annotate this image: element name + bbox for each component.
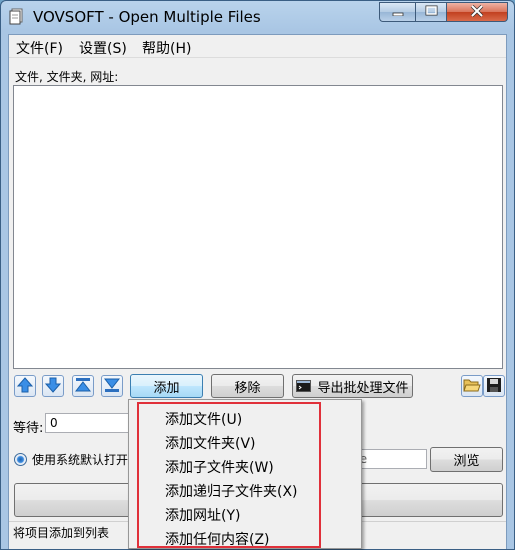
menu-settings[interactable]: 设置(S) (79, 38, 127, 58)
open-list-button[interactable] (461, 375, 483, 397)
add-folder-item[interactable]: 添加文件夹(V) (165, 433, 256, 453)
menu-help[interactable]: 帮助(H) (142, 38, 191, 58)
default-open-radio[interactable] (14, 453, 27, 466)
move-top-button[interactable] (72, 375, 94, 397)
move-up-icon (16, 376, 34, 396)
status-text: 将项目添加到列表 (13, 526, 110, 540)
move-down-icon (44, 377, 62, 396)
wait-value: 0 (50, 416, 58, 430)
add-anything-item[interactable]: 添加任何内容(Z) (165, 529, 270, 549)
remove-button-label: 移除 (234, 380, 261, 396)
minimize-icon (392, 5, 404, 19)
move-bottom-icon (103, 377, 121, 396)
close-icon (470, 4, 484, 20)
move-bottom-button[interactable] (101, 375, 123, 397)
add-url-item[interactable]: 添加网址(Y) (165, 505, 240, 525)
browse-button[interactable]: 浏览 (430, 447, 503, 472)
move-top-icon (74, 377, 92, 396)
add-dropdown-menu: 添加文件(U) 添加文件夹(V) 添加子文件夹(W) 添加递归子文件夹(X) 添… (128, 399, 362, 549)
minimize-button[interactable] (379, 2, 416, 22)
console-icon (296, 380, 312, 392)
title-bar[interactable]: VOVSOFT - Open Multiple Files (1, 1, 514, 33)
item-list[interactable] (13, 85, 503, 369)
add-file-item[interactable]: 添加文件(U) (165, 409, 242, 429)
default-open-label: 使用系统默认打开 (32, 453, 129, 467)
window-title: VOVSOFT - Open Multiple Files (33, 8, 261, 26)
close-button[interactable] (446, 2, 508, 22)
export-button-label: 导出批处理文件 (317, 380, 409, 396)
maximize-button[interactable] (415, 2, 447, 22)
add-button-label: 添加 (153, 380, 180, 396)
export-batch-button[interactable]: 导出批处理文件 (292, 374, 413, 398)
save-list-button[interactable] (483, 375, 505, 397)
add-button[interactable]: 添加 (130, 374, 203, 398)
menu-file[interactable]: 文件(F) (16, 38, 63, 58)
menu-bar: 文件(F) 设置(S) 帮助(H) (9, 35, 506, 58)
save-icon (486, 377, 502, 396)
move-up-button[interactable] (14, 375, 36, 397)
remove-button[interactable]: 移除 (211, 374, 284, 398)
add-recursive-subfolder-item[interactable]: 添加递归子文件夹(X) (165, 481, 298, 501)
add-subfolder-item[interactable]: 添加子文件夹(W) (165, 457, 274, 477)
move-down-button[interactable] (42, 375, 64, 397)
open-folder-icon (463, 377, 481, 396)
wait-input[interactable]: 0 (45, 413, 133, 433)
app-file-icon (9, 8, 25, 26)
wait-label: 等待: (13, 421, 44, 436)
browse-button-label: 浏览 (453, 454, 480, 469)
list-label: 文件, 文件夹, 网址: (15, 70, 119, 84)
maximize-icon (425, 5, 438, 19)
